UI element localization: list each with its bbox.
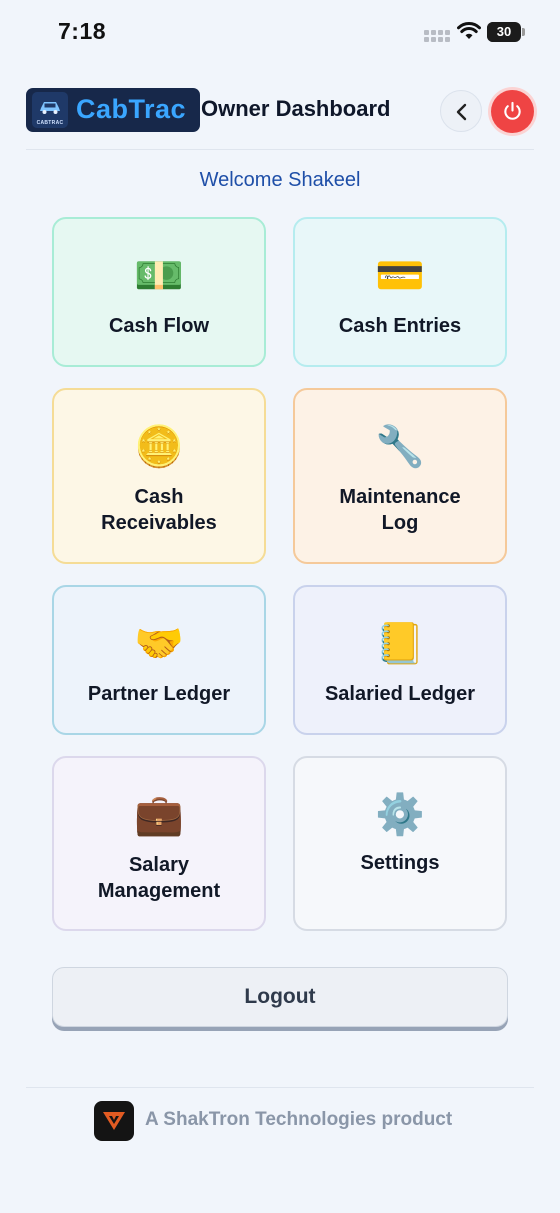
briefcase-icon: 💼 <box>134 792 184 838</box>
battery-icon: 30 <box>487 22 525 42</box>
cellular-signal-icon <box>424 30 450 42</box>
logo-text: CabTrac <box>76 94 187 124</box>
coin-icon: 🪙 <box>134 424 184 470</box>
credit-card-icon: 💳 <box>375 253 425 299</box>
ledger-icon: 📒 <box>375 621 425 667</box>
cash-entries-tile[interactable]: 💳 Cash Entries <box>293 217 507 367</box>
logout-button[interactable]: Logout <box>52 967 508 1027</box>
app-header: CABTRAC CabTrac Owner Dashboard <box>26 86 534 134</box>
back-button[interactable] <box>440 90 482 132</box>
page-title: Owner Dashboard <box>201 96 391 121</box>
tile-label: Cash Entries <box>338 315 462 337</box>
power-icon <box>504 101 521 120</box>
logo-mark-text: CABTRAC <box>36 120 64 126</box>
handshake-icon: 🤝 <box>134 621 184 667</box>
tile-label: Partner Ledger <box>87 683 231 705</box>
partner-ledger-tile[interactable]: 🤝 Partner Ledger <box>52 585 266 735</box>
cabtrac-logo: CABTRAC CabTrac <box>26 88 200 132</box>
battery-level: 30 <box>496 24 512 39</box>
tile-label: Settings <box>360 852 440 874</box>
header-divider <box>26 149 534 150</box>
tile-label: Salary Management <box>97 854 221 902</box>
cash-flow-tile[interactable]: 💵 Cash Flow <box>52 217 266 367</box>
money-icon: 💵 <box>134 253 184 299</box>
footer-divider <box>26 1087 534 1088</box>
welcome-message: Welcome Shakeel <box>199 169 361 191</box>
tile-label: Salaried Ledger <box>324 683 476 705</box>
footer-text: A ShakTron Technologies product <box>145 1109 453 1130</box>
gear-icon: ⚙️ <box>375 792 425 838</box>
power-button[interactable] <box>491 90 534 133</box>
salaried-ledger-tile[interactable]: 📒 Salaried Ledger <box>293 585 507 735</box>
settings-tile[interactable]: ⚙️ Settings <box>293 756 507 931</box>
chevron-left-icon <box>456 103 467 121</box>
maintenance-log-tile[interactable]: 🔧 Maintenance Log <box>293 388 507 564</box>
logout-label: Logout <box>244 985 316 1008</box>
status-bar: 7:18 30 <box>0 0 560 62</box>
status-time: 7:18 <box>58 18 107 44</box>
wrench-icon: 🔧 <box>375 424 425 470</box>
shaktron-logo-icon <box>94 1101 134 1141</box>
car-icon: CABTRAC <box>32 92 68 128</box>
wifi-icon <box>457 22 481 40</box>
tile-label: Maintenance Log <box>339 486 461 534</box>
owner-dashboard-screen: 7:18 30 CABTRAC CabTrac Owner Dashboard … <box>0 0 560 1213</box>
tile-label: Cash Flow <box>108 315 209 337</box>
tile-label: Cash Receivables <box>101 486 217 534</box>
salary-management-tile[interactable]: 💼 Salary Management <box>52 756 266 931</box>
cash-receivables-tile[interactable]: 🪙 Cash Receivables <box>52 388 266 564</box>
